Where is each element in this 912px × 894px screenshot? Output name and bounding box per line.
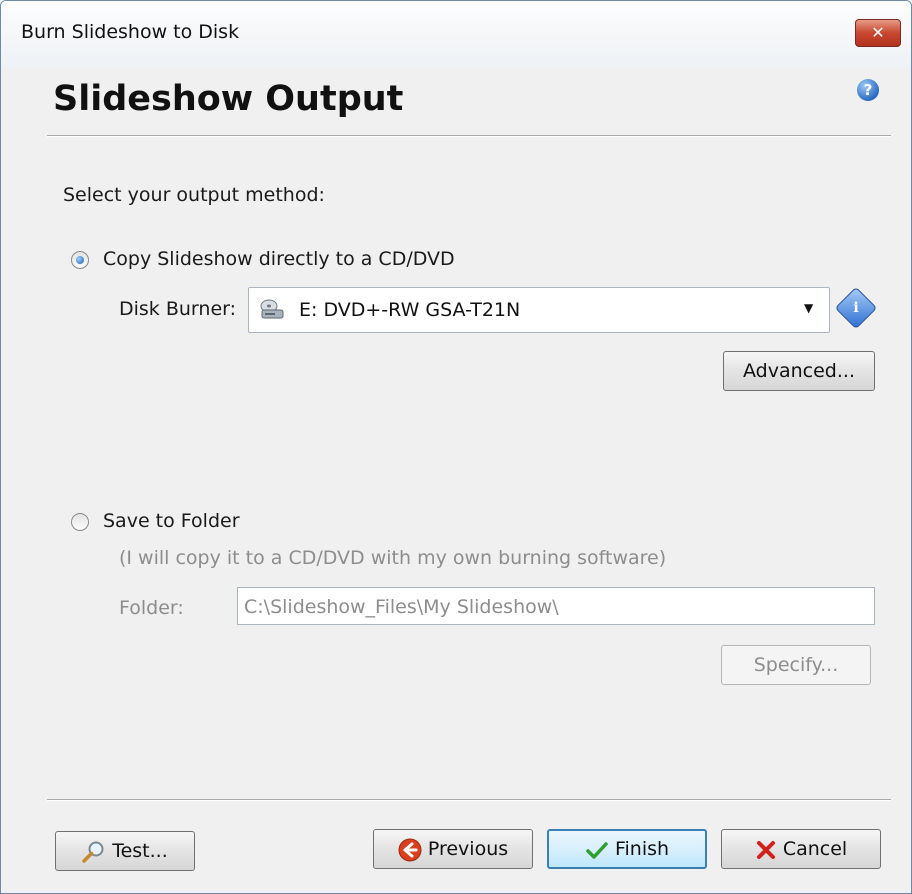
info-icon-glyph: i (853, 300, 859, 316)
title-bar[interactable]: Burn Slideshow to Disk ✕ (1, 1, 911, 67)
footer-divider (47, 799, 891, 801)
header-divider (47, 135, 891, 137)
test-button[interactable]: Test... (55, 831, 195, 871)
back-arrow-icon (398, 838, 422, 861)
magnifier-icon (82, 841, 104, 863)
previous-button-label: Previous (427, 838, 509, 860)
info-icon[interactable]: i (834, 286, 878, 330)
close-button[interactable]: ✕ (855, 19, 901, 47)
save-to-folder-note: (I will copy it to a CD/DVD with my own … (119, 547, 667, 569)
window-title: Burn Slideshow to Disk (21, 21, 240, 43)
radio-save-to-folder[interactable] (71, 513, 89, 531)
radio-copy-to-disc[interactable] (71, 251, 89, 269)
previous-button[interactable]: Previous (373, 829, 533, 869)
cancel-button-label: Cancel (782, 838, 848, 860)
output-method-prompt: Select your output method: (63, 184, 325, 206)
radio-save-to-folder-label[interactable]: Save to Folder (103, 510, 240, 532)
advanced-button[interactable]: Advanced... (723, 351, 875, 391)
dialog-window: Burn Slideshow to Disk ✕ Slideshow Outpu… (0, 0, 912, 894)
help-icon[interactable]: ? (857, 79, 879, 101)
folder-path-value: C:\Slideshow_Files\My Slideshow\ (244, 596, 559, 618)
close-icon: ✕ (871, 23, 885, 42)
checkmark-icon (586, 841, 608, 859)
finish-button-label: Finish (614, 838, 670, 860)
disk-burner-label: Disk Burner: (119, 298, 237, 320)
test-button-label: Test... (112, 840, 168, 862)
finish-button[interactable]: Finish (547, 829, 707, 869)
disk-burner-select[interactable]: E: DVD+-RW GSA-T21N ▼ (248, 287, 830, 333)
disc-drive-icon (260, 299, 284, 319)
disk-burner-value: E: DVD+-RW GSA-T21N (299, 299, 521, 321)
specify-button[interactable]: Specify... (721, 645, 871, 685)
folder-label: Folder: (119, 597, 184, 619)
folder-path-input[interactable]: C:\Slideshow_Files\My Slideshow\ (237, 587, 875, 625)
cancel-button[interactable]: Cancel (721, 829, 881, 869)
page-title: Slideshow Output (53, 79, 404, 119)
x-icon (756, 840, 775, 859)
dropdown-arrow-icon[interactable]: ▼ (804, 301, 813, 315)
radio-copy-to-disc-label[interactable]: Copy Slideshow directly to a CD/DVD (103, 248, 455, 270)
